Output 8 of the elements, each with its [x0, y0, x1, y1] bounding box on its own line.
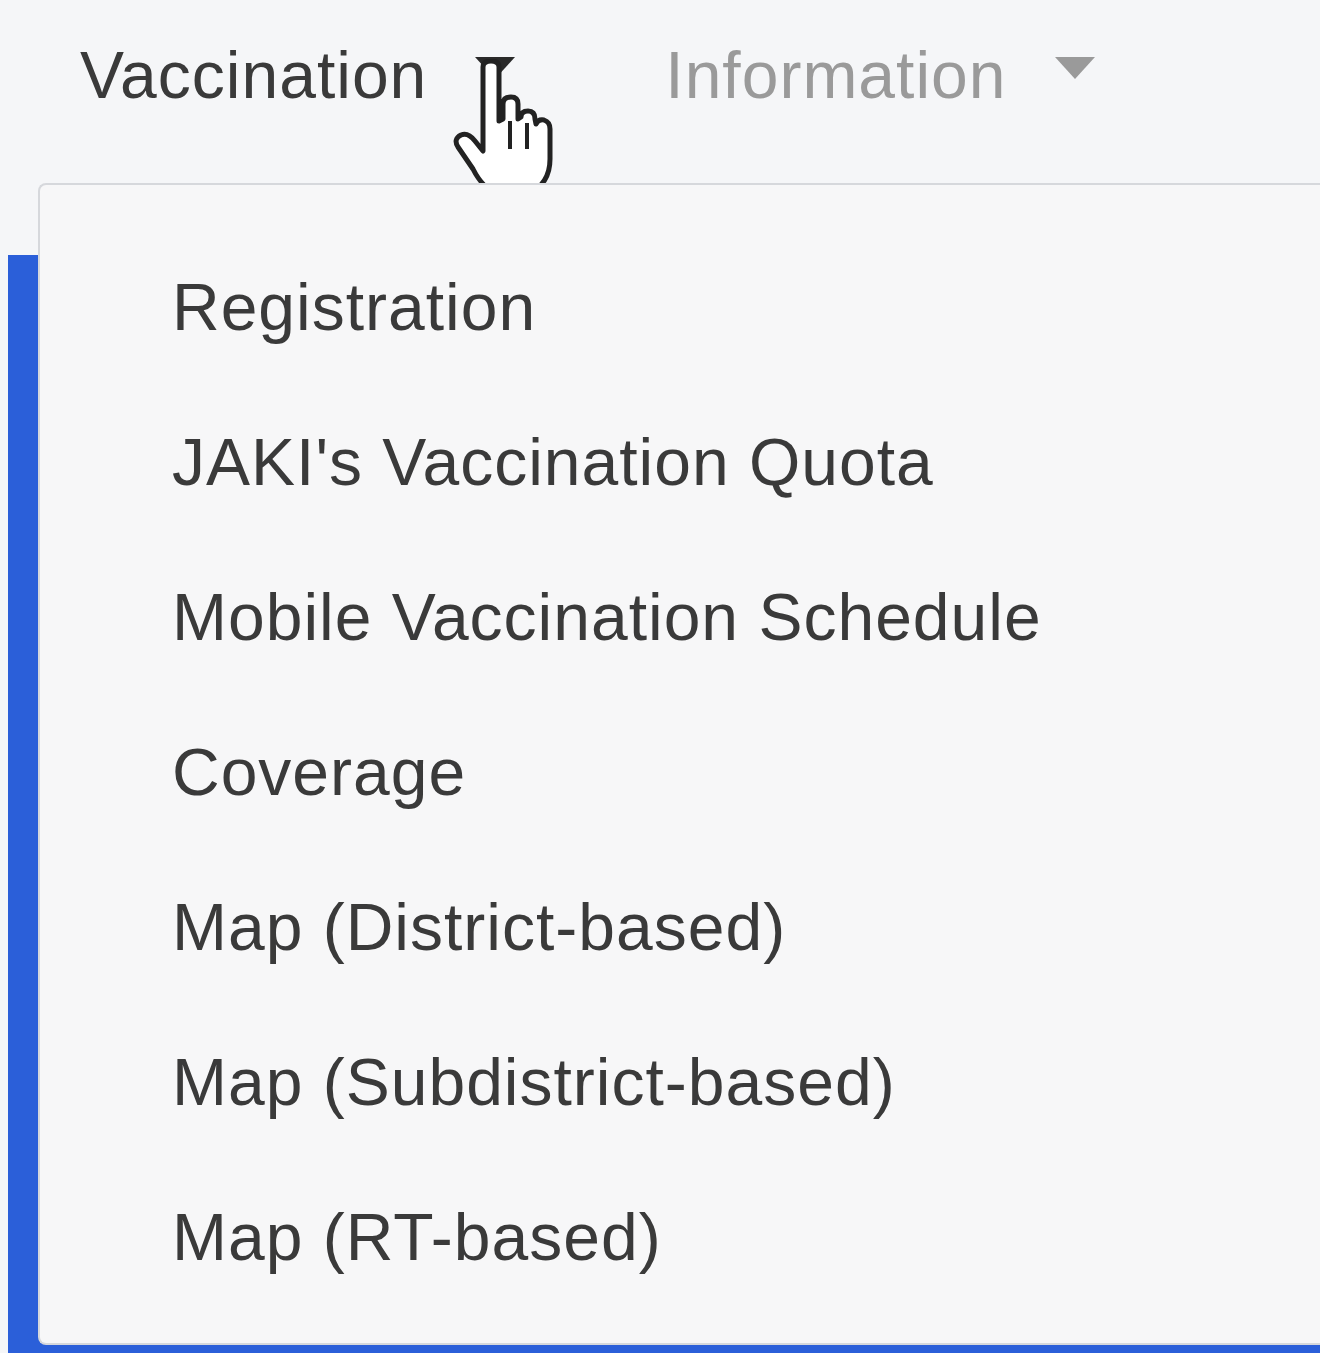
dropdown-item[interactable]: Map (RT-based)	[40, 1160, 662, 1315]
dropdown-item[interactable]: Map (Subdistrict-based)	[40, 1005, 896, 1160]
dropdown-item[interactable]: Mobile Vaccination Schedule	[40, 540, 1042, 695]
dropdown-item[interactable]: Registration	[40, 230, 537, 385]
dropdown-item[interactable]: Coverage	[40, 695, 467, 850]
dropdown-item[interactable]: JAKI's Vaccination Quota	[40, 385, 934, 540]
dropdown-item[interactable]: Map (District-based)	[40, 850, 787, 1005]
caret-icon	[1054, 57, 1095, 79]
